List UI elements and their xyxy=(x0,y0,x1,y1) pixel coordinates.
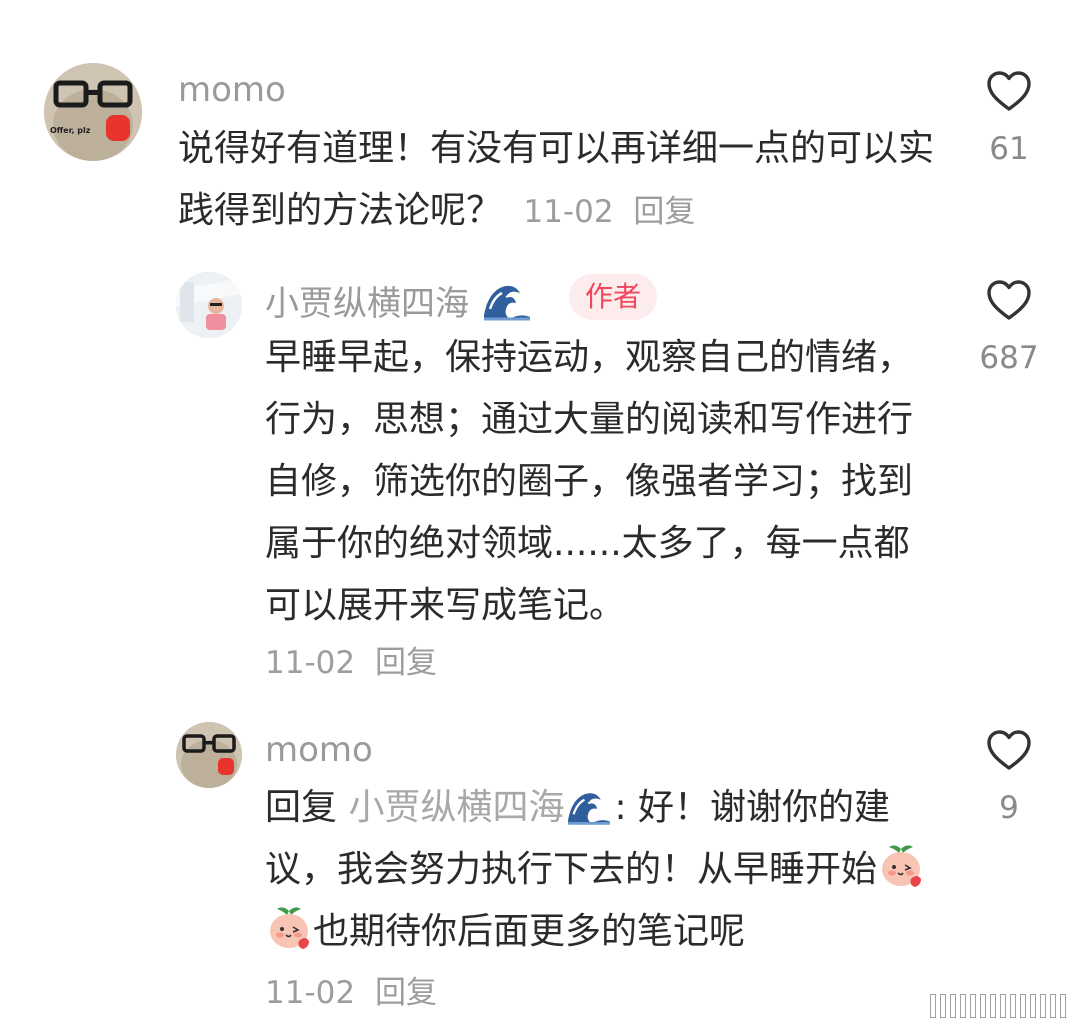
watermark-bar xyxy=(1040,994,1046,1018)
comment-text[interactable]: 说得好有道理！有没有可以再详细一点的可以实践得到的方法论呢？ 11-02 回复 xyxy=(178,118,934,242)
comment-text[interactable]: 回复 小贾纵横四海 : 好！谢谢你的建议，我会努力执行下去的！从早睡开始也期待你… xyxy=(265,777,940,963)
watermark-bars xyxy=(930,994,1070,1020)
avatar-xiaojia-image xyxy=(176,272,242,338)
like-count: 9 xyxy=(999,790,1019,826)
like-button[interactable] xyxy=(985,277,1033,325)
like-count: 61 xyxy=(989,131,1029,167)
like-count: 687 xyxy=(979,340,1039,376)
watermark-bar xyxy=(1050,994,1056,1018)
username[interactable]: 小贾纵横四海 xyxy=(265,279,534,324)
watermark-bar xyxy=(1000,994,1006,1018)
watermark-bar xyxy=(950,994,956,1018)
watermark-bar xyxy=(970,994,976,1018)
watermark-bar xyxy=(990,994,996,1018)
watermark-bar xyxy=(1010,994,1016,1018)
avatar-momo[interactable] xyxy=(176,722,242,788)
comment-meta: 11-02 回复 xyxy=(265,643,437,683)
watermark-bar xyxy=(980,994,986,1018)
reply-button[interactable]: 回复 xyxy=(633,194,695,230)
comment-text[interactable]: 早睡早起，保持运动，观察自己的情绪，行为，思想；通过大量的阅读和写作进行自修，筛… xyxy=(265,327,940,637)
author-badge: 作者 xyxy=(569,274,658,320)
comment-date: 11-02 xyxy=(265,975,356,1011)
comment-date: 11-02 xyxy=(265,645,356,681)
username[interactable]: momo xyxy=(178,70,286,110)
reply-prefix: 回复 xyxy=(265,787,338,828)
mention-text: 小贾纵横四海 xyxy=(348,787,565,828)
avatar-caption: Offer, plz xyxy=(50,126,91,135)
avatar-momo[interactable]: Offer, plz xyxy=(44,63,142,161)
like-button[interactable] xyxy=(985,68,1033,116)
peach-emoji-icon xyxy=(270,907,309,949)
avatar-xiaojia[interactable] xyxy=(176,272,242,338)
username-text: 小贾纵横四海 xyxy=(265,284,469,324)
watermark-bar xyxy=(1020,994,1026,1018)
watermark-bar xyxy=(940,994,946,1018)
reply-button[interactable]: 回复 xyxy=(375,975,437,1011)
mention-link[interactable]: 小贾纵横四海 xyxy=(348,787,615,828)
wave-emoji-icon xyxy=(479,279,534,323)
watermark-bar xyxy=(1030,994,1036,1018)
heart-outline-icon xyxy=(987,280,1031,320)
watermark-bar xyxy=(1060,994,1066,1018)
comment-meta: 11-02 回复 xyxy=(523,194,695,230)
reply-text-part2: 也期待你后面更多的笔记呢 xyxy=(313,911,746,952)
peach-emoji-icon xyxy=(882,845,922,887)
watermark-bar xyxy=(960,994,966,1018)
wave-emoji-icon xyxy=(564,787,615,827)
avatar-momo-image xyxy=(176,722,242,788)
like-button[interactable] xyxy=(985,727,1033,775)
comment-date: 11-02 xyxy=(523,194,614,230)
watermark-bar xyxy=(930,994,936,1018)
reply-button[interactable]: 回复 xyxy=(375,645,437,681)
heart-outline-icon xyxy=(987,71,1031,111)
comment-meta: 11-02 回复 xyxy=(265,973,437,1013)
heart-outline-icon xyxy=(987,730,1031,770)
avatar-momo-image xyxy=(44,63,142,161)
username[interactable]: momo xyxy=(265,730,373,770)
